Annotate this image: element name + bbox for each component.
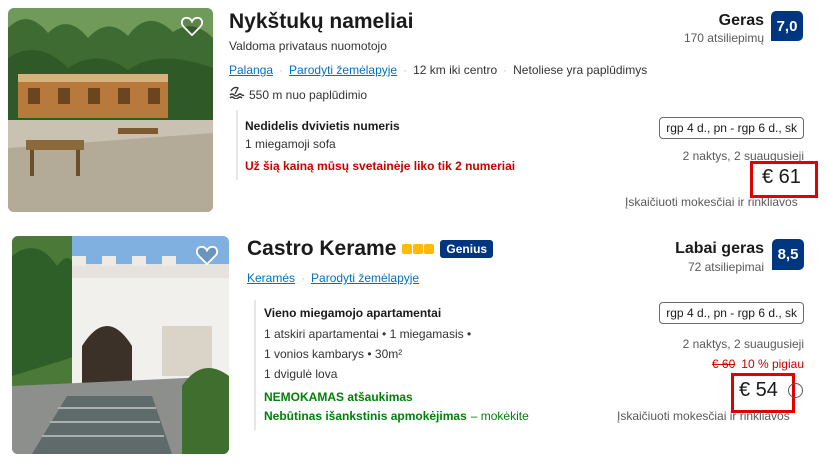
beach-distance: 550 m nuo paplūdimio xyxy=(249,87,368,102)
location-link[interactable]: Palanga xyxy=(229,63,273,77)
room-name: Vieno miegamojo apartamentai xyxy=(264,306,442,320)
property-name[interactable]: Castro Kerame xyxy=(247,237,396,261)
review-count: 72 atsiliepimai xyxy=(687,260,764,274)
discount-label: 10 % pigiau xyxy=(741,357,804,371)
location-link[interactable]: Keramés xyxy=(247,271,295,285)
host-type: Valdoma privataus nuomotojo xyxy=(229,39,387,53)
property-photo[interactable] xyxy=(8,8,213,212)
price: € 54 xyxy=(739,379,778,401)
availability-warning: Už šią kainą mūsų svetainėje liko tik 2 … xyxy=(245,159,516,173)
price: € 61 xyxy=(762,166,801,188)
location-row: Keramés · Parodyti žemėlapyje xyxy=(247,271,419,285)
price-info-icon[interactable] xyxy=(788,383,803,398)
original-price: € 60 xyxy=(711,357,736,371)
review-score-word: Geras xyxy=(718,12,764,29)
room-detail-line: 1 vonios kambarys • 30m² xyxy=(264,347,403,361)
property-title-row: Castro Kerame Genius xyxy=(247,237,494,261)
separator-dot: · xyxy=(279,63,284,77)
no-prepayment: Nebūtinas išankstinis apmokėjimas xyxy=(264,409,467,423)
room-detail-line: 1 atskiri apartamentai • 1 miegamasis • xyxy=(264,327,472,341)
discount-row: € 60 10 % pigiau xyxy=(712,357,804,371)
rating-square-icon xyxy=(402,244,413,254)
stay-dates-box[interactable]: rgp 4 d., pn - rgp 6 d., sk xyxy=(659,302,804,324)
stay-dates-box[interactable]: rgp 4 d., pn - rgp 6 d., sk xyxy=(659,117,804,139)
beach-distance-row: 550 m nuo paplūdimio xyxy=(229,85,367,104)
free-cancellation: NEMOKAMAS atšaukimas xyxy=(264,390,413,404)
property-photo-image xyxy=(8,8,213,212)
room-divider xyxy=(236,110,238,180)
show-on-map-link[interactable]: Parodyti žemėlapyje xyxy=(289,63,397,77)
nights-guests: 2 naktys, 2 suaugusieji xyxy=(682,337,804,351)
room-detail-line: 1 dvigulė lova xyxy=(264,367,338,381)
separator-dot: · xyxy=(301,271,306,285)
review-score-badge[interactable]: 8,5 xyxy=(772,239,804,270)
show-on-map-link[interactable]: Parodyti žemėlapyje xyxy=(311,271,419,285)
star-rating-icons xyxy=(402,244,435,254)
taxes-note: Įskaičiuoti mokesčiai ir rinkliavos xyxy=(625,195,798,209)
room-divider xyxy=(254,300,256,430)
review-score-badge[interactable]: 7,0 xyxy=(771,11,803,41)
property-photo-image xyxy=(12,236,229,454)
separator-dot: · xyxy=(503,63,508,77)
prepayment-row: Nebūtinas išankstinis apmokėjimas – mokė… xyxy=(264,409,529,423)
review-count: 170 atsiliepimų xyxy=(683,31,764,45)
room-bed: 1 miegamoji sofa xyxy=(245,137,336,151)
favorite-heart-icon[interactable] xyxy=(179,13,205,39)
rating-square-icon xyxy=(424,244,435,254)
pay-later-note: – mokėkite xyxy=(470,409,529,423)
room-name: Nedidelis dvivietis numeris xyxy=(245,119,400,133)
distance-to-center: 12 km iki centro xyxy=(413,63,498,77)
location-row: Palanga · Parodyti žemėlapyje · 12 km ik… xyxy=(229,63,647,77)
rating-square-icon xyxy=(413,244,424,254)
property-photo[interactable] xyxy=(12,236,229,454)
review-score-word: Labai geras xyxy=(675,240,764,257)
property-name[interactable]: Nykštukų nameliai xyxy=(229,10,413,34)
favorite-heart-icon[interactable] xyxy=(194,242,220,268)
beach-wave-icon xyxy=(229,85,245,104)
genius-badge: Genius xyxy=(440,240,494,258)
separator-dot: · xyxy=(403,63,408,77)
taxes-note: Įskaičiuoti mokesčiai ir rinkliavos xyxy=(617,409,790,423)
beach-nearby-label: Netoliese yra paplūdimys xyxy=(513,63,648,77)
